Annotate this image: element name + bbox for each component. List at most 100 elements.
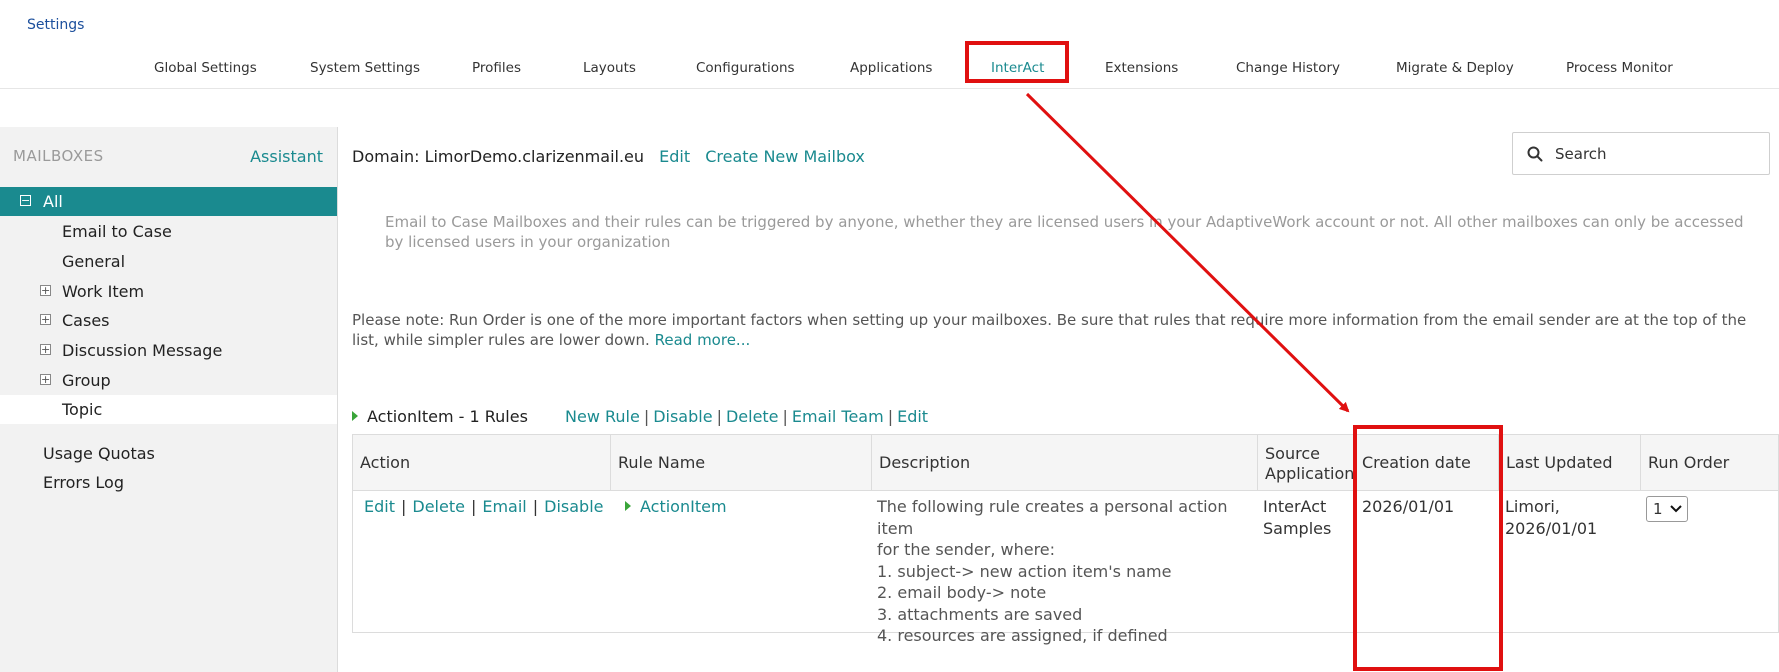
table-header: Action Rule Name Description Source Appl…: [353, 435, 1778, 491]
delete-group-link[interactable]: Delete: [726, 407, 779, 426]
sidebar-item-cases[interactable]: + Cases: [0, 306, 337, 335]
top-nav: Global Settings System Settings Profiles…: [0, 54, 1779, 89]
expand-icon[interactable]: +: [40, 344, 51, 355]
tab-extensions[interactable]: Extensions: [1105, 60, 1178, 76]
source-application-line: Samples: [1263, 518, 1332, 538]
mailbox-info-text: Email to Case Mailboxes and their rules …: [385, 213, 1744, 251]
separator: |: [470, 497, 477, 516]
run-order-note: Please note: Run Order is one of the mor…: [352, 310, 1762, 350]
search-box[interactable]: [1512, 132, 1770, 175]
sidebar-item-label: Email to Case: [62, 222, 172, 241]
tab-profiles[interactable]: Profiles: [472, 60, 521, 76]
expand-icon[interactable]: +: [40, 314, 51, 325]
description-line: 3. attachments are saved: [877, 604, 1083, 624]
edit-group-link[interactable]: Edit: [897, 407, 928, 426]
delete-rule-link[interactable]: Delete: [412, 497, 465, 516]
run-order-note-text: Please note: Run Order is one of the mor…: [352, 311, 1747, 349]
edit-domain-link[interactable]: Edit: [659, 147, 690, 166]
usage-quotas-link[interactable]: Usage Quotas: [0, 439, 337, 468]
sidebar-item-label: Group: [62, 371, 111, 390]
rules-group-header[interactable]: ActionItem - 1 Rules: [352, 407, 528, 426]
sidebar-item-general[interactable]: General: [0, 247, 337, 276]
last-updated-cell: Limori, 2026/01/01: [1505, 496, 1597, 539]
expand-icon[interactable]: +: [40, 374, 51, 385]
description-line: for the sender, where:: [877, 540, 1056, 559]
column-header-source-application[interactable]: Source Application: [1258, 435, 1355, 490]
tab-configurations[interactable]: Configurations: [696, 60, 795, 76]
description-line: The following rule creates a personal ac…: [877, 497, 1228, 538]
tab-global-settings[interactable]: Global Settings: [154, 60, 257, 76]
chevron-down-icon: [1670, 505, 1682, 513]
sidebar-item-discussion-message[interactable]: + Discussion Message: [0, 336, 337, 365]
separator: |: [400, 497, 407, 516]
assistant-link[interactable]: Assistant: [250, 147, 323, 166]
last-updated-line: Limori,: [1505, 497, 1560, 516]
last-updated-line: 2026/01/01: [1505, 518, 1598, 538]
run-order-value: 1: [1653, 500, 1663, 518]
sidebar-item-label: Usage Quotas: [43, 444, 155, 463]
column-header-description[interactable]: Description: [872, 435, 1258, 490]
domain-line: Domain: LimorDemo.clarizenmail.eu Edit C…: [352, 147, 865, 166]
column-header-rule-name[interactable]: Rule Name: [611, 435, 872, 490]
sidebar-item-work-item[interactable]: + Work Item: [0, 277, 337, 306]
tab-process-monitor[interactable]: Process Monitor: [1566, 60, 1673, 76]
expand-triangle-icon[interactable]: [352, 411, 358, 421]
description-line: 1. subject-> new action item's name: [877, 561, 1172, 581]
read-more-link[interactable]: Read more...: [655, 331, 751, 349]
tab-migrate-deploy[interactable]: Migrate & Deploy: [1396, 60, 1514, 76]
expand-triangle-icon[interactable]: [625, 501, 631, 511]
search-icon: [1527, 146, 1543, 162]
source-application-line: InterAct: [1263, 497, 1327, 516]
sidebar-item-label: General: [62, 252, 126, 271]
tab-change-history[interactable]: Change History: [1236, 60, 1340, 76]
sidebar-item-label: Topic: [62, 400, 103, 419]
sidebar-item-label: Cases: [62, 311, 110, 330]
rule-description-cell: The following rule creates a personal ac…: [877, 496, 1257, 647]
table-row-actions: Edit | Delete | Email | Disable: [364, 496, 603, 518]
rule-name-link[interactable]: ActionItem: [640, 497, 727, 516]
sidebar-header: MAILBOXES: [13, 147, 104, 165]
mailbox-sidebar: MAILBOXES Assistant − All Email to Case …: [0, 127, 338, 672]
new-rule-link[interactable]: New Rule: [565, 407, 640, 426]
separator: |: [716, 407, 722, 426]
edit-rule-link[interactable]: Edit: [364, 497, 395, 516]
description-line: 2. email body-> note: [877, 583, 1047, 602]
creation-date-highlight: [1353, 425, 1503, 671]
rules-group-title: ActionItem - 1 Rules: [367, 407, 528, 426]
sidebar-item-group[interactable]: + Group: [0, 366, 337, 395]
separator: |: [532, 497, 539, 516]
search-input[interactable]: [1553, 142, 1757, 166]
tab-system-settings[interactable]: System Settings: [310, 60, 420, 76]
errors-log-link[interactable]: Errors Log: [0, 468, 337, 497]
description-line: 4. resources are assigned, if defined: [877, 626, 1168, 645]
email-team-link[interactable]: Email Team: [792, 407, 884, 426]
separator: |: [643, 407, 650, 426]
collapse-icon[interactable]: −: [20, 195, 31, 206]
sidebar-item-label: All: [43, 192, 63, 211]
disable-group-link[interactable]: Disable: [653, 407, 712, 426]
column-header-action[interactable]: Action: [353, 435, 611, 490]
separator: |: [782, 407, 788, 426]
source-application-cell: InterAct Samples: [1263, 496, 1331, 539]
sidebar-item-label: Errors Log: [43, 473, 124, 492]
email-rule-link[interactable]: Email: [482, 497, 526, 516]
rule-name-cell[interactable]: ActionItem: [625, 496, 727, 518]
sidebar-item-all[interactable]: − All: [0, 187, 337, 216]
sidebar-item-label: Discussion Message: [62, 341, 223, 360]
column-header-last-updated[interactable]: Last Updated: [1499, 435, 1641, 490]
sidebar-item-label: Work Item: [62, 282, 145, 301]
disable-rule-link[interactable]: Disable: [544, 497, 603, 516]
rule-actions-bar: New Rule | Disable | Delete | Email Team | Edit: [565, 407, 928, 426]
tab-applications[interactable]: Applications: [850, 60, 932, 76]
run-order-select[interactable]: 1: [1646, 496, 1688, 522]
sidebar-item-topic[interactable]: Topic: [0, 395, 337, 424]
sidebar-item-email-to-case[interactable]: Email to Case: [0, 217, 337, 246]
tab-layouts[interactable]: Layouts: [583, 60, 636, 76]
expand-icon[interactable]: +: [40, 285, 51, 296]
app-title[interactable]: Settings: [27, 17, 84, 33]
create-mailbox-link[interactable]: Create New Mailbox: [705, 147, 865, 166]
column-header-run-order[interactable]: Run Order: [1641, 435, 1778, 490]
separator: |: [887, 407, 894, 426]
interact-tab-highlight: [965, 41, 1069, 83]
domain-text: Domain: LimorDemo.clarizenmail.eu: [352, 147, 645, 166]
